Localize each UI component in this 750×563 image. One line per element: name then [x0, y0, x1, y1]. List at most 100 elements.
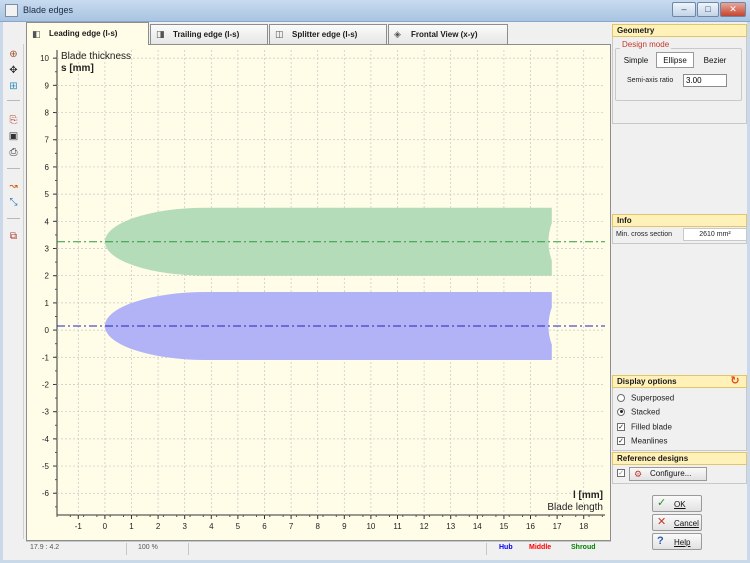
maximize-button[interactable]: □: [697, 2, 719, 17]
y-tick-label: -3: [42, 408, 50, 417]
legend-hub: Hub: [499, 544, 513, 551]
leading-edge-icon: ◧: [32, 29, 41, 39]
tab-leading-edge[interactable]: ◧ Leading edge (l-s): [26, 22, 149, 45]
zoom-level: 100 %: [138, 544, 158, 551]
tab-trailing-edge[interactable]: ◨ Trailing edge (l-s): [150, 24, 268, 44]
legend-shroud: Shroud: [571, 544, 596, 551]
stacked-option[interactable]: Stacked: [617, 407, 660, 419]
mode-bezier-tab[interactable]: Bezier: [696, 52, 734, 68]
x-tick-label: 18: [579, 522, 588, 531]
legend-middle: Middle: [529, 544, 552, 551]
tab-splitter-edge[interactable]: ◫ Splitter edge (l-s): [269, 24, 387, 44]
fit-icon[interactable]: ⊞: [6, 80, 21, 94]
toolbar-divider: [7, 100, 20, 101]
reference-designs-header: Reference designs: [612, 452, 747, 465]
cursor-coordinates: 17.9 : 4.2: [30, 544, 60, 551]
semi-axis-label: Semi-axis ratio: [627, 77, 674, 84]
export-icon[interactable]: ⎘: [6, 114, 21, 128]
y-axis-title-line2: s [mm]: [61, 63, 94, 74]
reference-checkbox[interactable]: ✓: [617, 468, 625, 477]
mode-ellipse-tab[interactable]: Ellipse: [656, 52, 694, 68]
cancel-button[interactable]: ✕ Cancel: [652, 514, 702, 531]
configure-icon: ⚙: [634, 469, 643, 479]
x-tick-label: 1: [129, 522, 134, 531]
y-tick-label: -6: [42, 489, 50, 498]
y-tick-label: 6: [45, 163, 50, 172]
cancel-icon: ✕: [657, 516, 667, 528]
curve-icon[interactable]: ↝: [6, 180, 21, 194]
x-tick-label: 8: [315, 522, 320, 531]
y-tick-label: 2: [45, 272, 50, 281]
y-tick-label: 9: [45, 81, 50, 90]
y-tick-label: 5: [45, 190, 50, 199]
status-divider: [486, 543, 487, 555]
status-divider: [126, 543, 127, 555]
zoom-icon[interactable]: ⊕: [6, 48, 21, 62]
pick-icon[interactable]: ⤡: [6, 196, 21, 210]
window-title: Blade edges: [23, 5, 74, 15]
x-tick-label: 17: [553, 522, 562, 531]
meanlines-option[interactable]: ✓ Meanlines: [617, 436, 667, 448]
x-tick-label: 13: [446, 522, 455, 531]
info-header: Info: [612, 214, 747, 227]
plot-area[interactable]: -1 0 1 2 3 4 5 6 7 8 9 10 11 12 13 14 15 16 17 18 10 9 8 7 6 5 4 3 2…: [26, 44, 611, 541]
meanlines-checkbox[interactable]: ✓: [617, 436, 625, 445]
x-tick-label: 2: [156, 522, 161, 531]
trailing-edge-icon: ◨: [156, 29, 165, 39]
y-tick-label: 10: [40, 54, 49, 63]
x-axis-title-line1: l [mm]: [573, 490, 603, 501]
y-tick-label: 7: [45, 136, 50, 145]
side-panel: Geometry Design mode Simple Ellipse Bezi…: [612, 22, 747, 560]
y-tick-label: -1: [42, 353, 50, 362]
x-tick-label: 0: [103, 522, 108, 531]
y-axis-title-line1: Blade thickness: [61, 51, 131, 62]
status-bar: 17.9 : 4.2 100 % Hub Middle Shroud: [26, 541, 611, 556]
display-options-header: Display options: [612, 375, 747, 388]
check-icon: ✓: [657, 497, 667, 509]
y-tick-label: 8: [45, 109, 50, 118]
x-axis-title-line2: Blade length: [547, 502, 603, 513]
frontal-view-icon: ◈: [394, 29, 401, 39]
y-tick-label: 0: [45, 326, 50, 335]
print-icon[interactable]: ⎙: [6, 146, 21, 160]
x-tick-label: 12: [420, 522, 429, 531]
superposed-option[interactable]: Superposed: [617, 393, 674, 405]
app-icon: [5, 4, 18, 17]
title-bar: Blade edges – □ ✕: [0, 0, 750, 22]
refresh-icon[interactable]: ↻: [729, 375, 741, 387]
superposed-radio[interactable]: [617, 393, 625, 402]
blade-edge-chart[interactable]: -1 0 1 2 3 4 5 6 7 8 9 10 11 12 13 14 15 16 17 181098765432…: [27, 45, 610, 540]
close-button[interactable]: ✕: [720, 2, 746, 17]
help-button[interactable]: ? Help: [652, 533, 702, 550]
geometry-header: Geometry: [612, 24, 747, 37]
save-icon[interactable]: ▣: [6, 130, 21, 144]
x-tick-label: 14: [473, 522, 482, 531]
pan-icon[interactable]: ✥: [6, 64, 21, 78]
y-tick-label: -5: [42, 462, 50, 471]
min-cross-label: Min. cross section: [616, 231, 673, 238]
minimize-button[interactable]: –: [672, 2, 696, 17]
x-tick-label: -1: [75, 522, 83, 531]
semi-axis-input[interactable]: [683, 74, 727, 87]
configure-button[interactable]: ⚙ Configure...: [629, 467, 707, 481]
x-tick-label: 11: [393, 522, 402, 531]
x-tick-label: 3: [182, 522, 187, 531]
x-tick-label: 16: [526, 522, 535, 531]
y-tick-label: 3: [45, 245, 50, 254]
x-tick-label: 9: [342, 522, 347, 531]
tab-frontal-view[interactable]: ◈ Frontal View (x-y): [388, 24, 508, 44]
filled-blade-option[interactable]: ✓ Filled blade: [617, 422, 672, 434]
y-tick-label: 1: [45, 299, 50, 308]
filled-blade-checkbox[interactable]: ✓: [617, 422, 625, 431]
mode-simple-tab[interactable]: Simple: [619, 52, 653, 68]
vertical-toolbar: ⊕ ✥ ⊞ ⎘ ▣ ⎙ ↝ ⤡ ⧉: [3, 44, 24, 539]
x-tick-label: 15: [499, 522, 508, 531]
ok-button[interactable]: ✓ OK: [652, 495, 702, 512]
y-tick-label: -4: [42, 435, 50, 444]
x-tick-label: 4: [209, 522, 214, 531]
x-tick-label: 6: [262, 522, 267, 531]
stacked-radio[interactable]: [617, 407, 625, 416]
status-divider: [188, 543, 189, 555]
help-icon: ?: [657, 535, 664, 547]
copy-icon[interactable]: ⧉: [6, 230, 21, 244]
